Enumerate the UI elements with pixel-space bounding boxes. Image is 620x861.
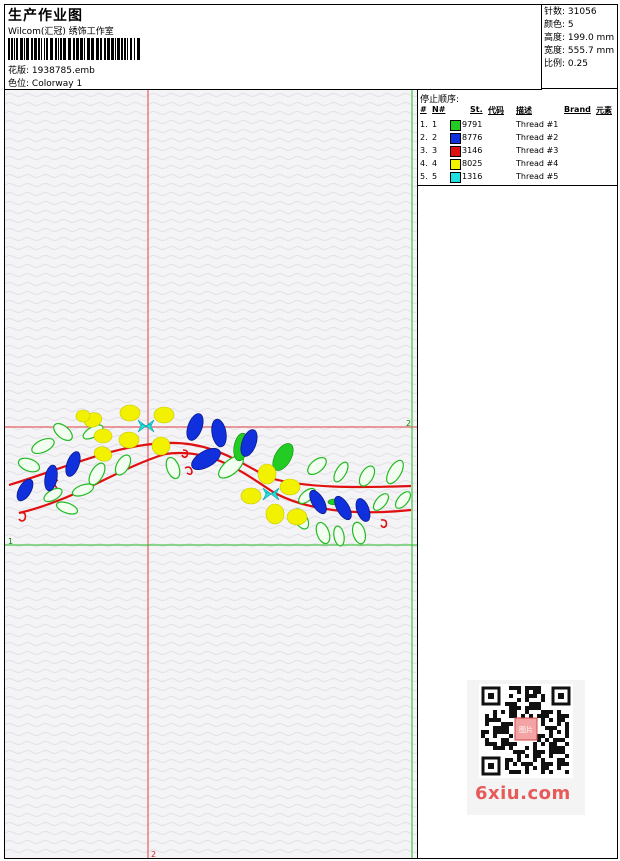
barcode-icon [8,38,140,60]
design-stats: 针数: 31056 颜色: 5 高度: 199.0 mm 宽度: 555.7 m… [542,5,617,89]
col-code: 代码 [488,106,504,115]
watermark-site: 6xiu.com [475,783,571,804]
col-n: N# [432,105,446,114]
colorway-row: 色位: Colorway 1 [8,76,82,89]
thread-row[interactable]: 1. 1 9791 Thread #1 [420,120,610,132]
sheet-title: 生产作业图 [8,8,83,24]
stat-scale: 比例: 0.25 [544,59,588,69]
design-canvas[interactable]: 1 2 2 [5,90,418,858]
guide-label-1: 1 [8,537,13,546]
watermark: 图片 6xiu.com [467,680,585,815]
thread-swatch [450,172,461,183]
qr-code-icon: 图片 [479,684,573,778]
thread-row[interactable]: 2. 2 8776 Thread #2 [420,133,610,145]
stat-stitches: 针数: 31056 [544,7,597,17]
stat-height: 高度: 199.0 mm [544,33,615,43]
thread-swatch [450,159,461,170]
embroidery-preview: 1 2 2 [5,90,417,858]
stat-width: 宽度: 555.7 mm [544,46,615,56]
sheet-header: 生产作业图 Wilcom(汇冠) 绣饰工作室 花版: 1938785.emb 色… [5,5,542,90]
thread-swatch [450,120,461,131]
col-brand: Brand [564,105,591,114]
thread-row[interactable]: 5. 5 1316 Thread #5 [420,172,610,184]
stop-sequence-title: 停止顺序: [420,95,460,105]
thread-row[interactable]: 3. 3 3146 Thread #3 [420,146,610,158]
qr-badge-text: 图片 [519,725,533,734]
thread-sequence-table: 停止顺序: # N# St. 代码 描述 Brand 元素 1. 1 9791 … [418,90,617,186]
design-file-label: 花版: [8,66,30,76]
col-desc: 描述 [516,106,532,115]
colorway-label: 色位: [8,79,30,89]
guide-label-2: 2 [151,850,156,858]
thread-row[interactable]: 4. 4 8025 Thread #4 [420,159,610,171]
stat-colors: 颜色: 5 [544,20,574,30]
colorway-value: Colorway 1 [31,79,83,89]
design-file-value: 1938785.emb [31,66,95,76]
design-file-row: 花版: 1938785.emb [8,63,95,76]
col-st: St. [470,105,483,114]
thread-swatch [450,133,461,144]
thread-swatch [450,146,461,157]
guide-label-z: 2 [406,419,411,428]
col-element: 元素 [596,106,612,115]
studio-name: Wilcom(汇冠) 绣饰工作室 [8,27,114,37]
col-num: # [420,105,427,114]
